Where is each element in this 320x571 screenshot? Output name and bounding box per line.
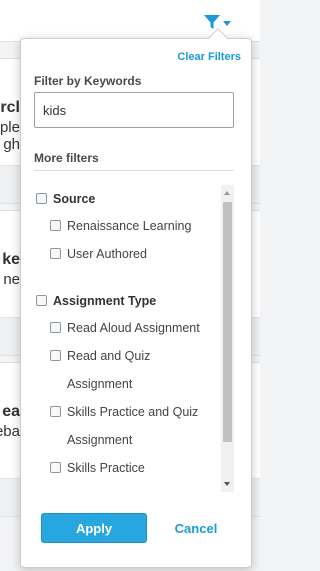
card-text: ple <box>0 119 20 136</box>
filter-option-renaissance-learning[interactable]: Renaissance Learning <box>50 212 191 240</box>
filter-group-label: Source <box>53 192 96 206</box>
keywords-input[interactable] <box>34 92 234 128</box>
card-text: gh <box>3 136 20 153</box>
filter-option-skills-practice[interactable]: Skills Practice <box>50 454 145 482</box>
scrollbar-thumb[interactable] <box>223 202 232 442</box>
filter-option-label: Skills Practice and Quiz Assignment <box>67 405 199 447</box>
filter-group-source[interactable]: Source <box>36 185 95 213</box>
checkbox[interactable] <box>36 193 47 204</box>
checkbox[interactable] <box>50 322 61 333</box>
filter-option-read-and-quiz-assignment[interactable]: Read and Quiz Assignment <box>50 342 177 398</box>
filter-option-label: Skills Practice <box>67 461 145 475</box>
card-text: eba <box>0 423 20 440</box>
apply-button[interactable]: Apply <box>41 513 147 543</box>
checkbox[interactable] <box>50 248 61 259</box>
scrollbar[interactable] <box>221 185 234 492</box>
filter-option-read-aloud-assignment[interactable]: Read Aloud Assignment <box>50 314 200 342</box>
checkbox[interactable] <box>50 350 61 361</box>
scroll-up-arrow-icon[interactable] <box>224 191 230 195</box>
card-title: rcl <box>0 99 20 116</box>
checkbox[interactable] <box>36 295 47 306</box>
filter-option-skills-practice-and-quiz-assignment[interactable]: Skills Practice and Quiz Assignment <box>50 398 227 454</box>
filter-option-label: Read Aloud Assignment <box>67 321 200 335</box>
more-filters-label: More filters <box>34 151 99 165</box>
filter-panel: Clear Filters Filter by Keywords More fi… <box>20 28 252 568</box>
scroll-down-arrow-icon[interactable] <box>224 482 230 486</box>
cancel-button[interactable]: Cancel <box>161 513 231 543</box>
card-text: ne <box>3 271 20 288</box>
checkbox[interactable] <box>50 220 61 231</box>
filter-option-label: Renaissance Learning <box>67 219 192 233</box>
filter-group-label: Assignment Type <box>53 294 157 308</box>
divider <box>34 170 234 171</box>
keywords-label: Filter by Keywords <box>34 74 142 88</box>
filter-group-assignment-type[interactable]: Assignment Type <box>36 287 156 315</box>
chevron-down-icon <box>223 20 231 26</box>
filter-option-user-authored[interactable]: User Authored <box>50 240 147 268</box>
card-title: ke <box>2 251 20 268</box>
checkbox[interactable] <box>50 462 61 473</box>
clear-filters-link[interactable]: Clear Filters <box>177 51 241 63</box>
card-title: ea <box>2 403 20 420</box>
filter-option-label: User Authored <box>67 247 147 261</box>
filter-option-label: Read and Quiz Assignment <box>67 349 151 391</box>
checkbox[interactable] <box>50 406 61 417</box>
filter-list-container[interactable]: Source Renaissance Learning User Authore… <box>34 185 234 492</box>
